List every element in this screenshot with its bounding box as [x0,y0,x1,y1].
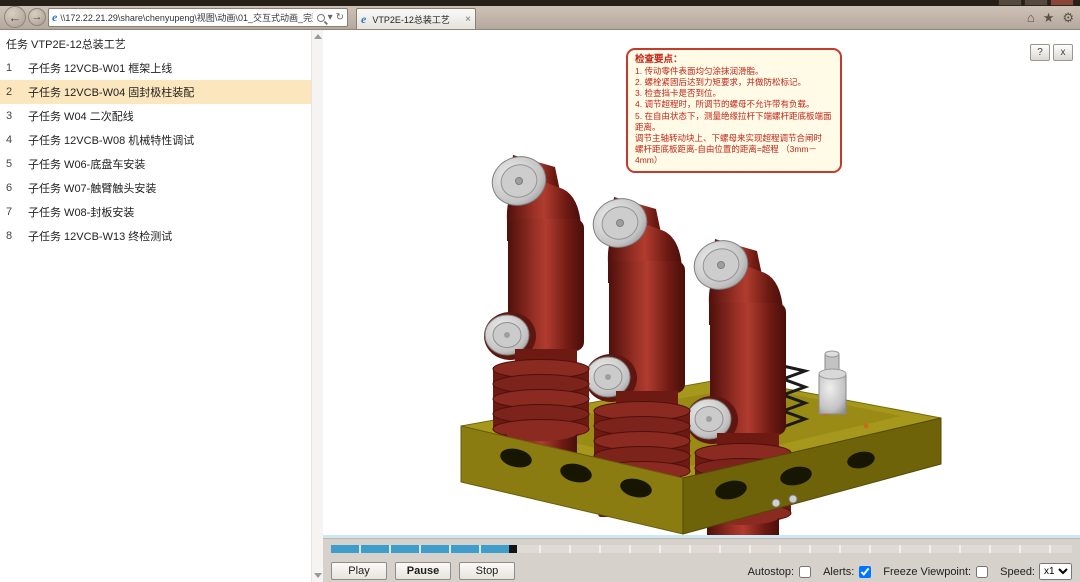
task-item-7[interactable]: 7 子任务 W08-封板安装 [0,200,311,224]
scroll-down-icon[interactable] [314,573,322,578]
task-item-3[interactable]: 3 子任务 W04 二次配线 [0,104,311,128]
task-number: 4 [0,134,28,146]
tab-close-icon[interactable]: × [465,14,471,25]
address-bar[interactable]: e \\172.22.21.29\share\chenyupeng\视图\动画\… [48,8,348,27]
task-label: 子任务 12VCB-W08 机械特性调试 [28,132,194,148]
home-icon[interactable]: ⌂ [1027,10,1035,26]
refresh-icon[interactable]: ↻ [336,12,344,23]
page-favicon-icon: e [52,10,57,25]
task-item-1[interactable]: 1 子任务 12VCB-W01 框架上线 [0,56,311,80]
task-label: 子任务 W06-底盘车安装 [28,156,145,172]
task-label: 子任务 12VCB-W13 终检测试 [28,228,172,244]
task-label: 子任务 12VCB-W01 框架上线 [28,60,172,76]
viewer-3d[interactable]: ? x 检查要点： 1. 传动零件表面均匀涂抹润滑脂。 2. 螺栓紧固后达到力矩… [323,30,1080,582]
freeze-viewpoint-label: Freeze Viewpoint: [883,566,971,578]
note-line: 1. 传动零件表面均匀涂抹润滑脂。 [635,66,833,77]
viewer-help-button[interactable]: ? [1030,44,1050,61]
note-line: 5. 在自由状态下，测量绝缘拉杆下端螺杆距底板端面距离。 [635,111,833,133]
task-panel-header: 任务 VTP2E-12总装工艺 [0,30,311,56]
autostop-checkbox[interactable] [799,566,811,578]
play-button[interactable]: Play [331,562,387,580]
note-line: 3. 检查挡卡是否到位。 [635,88,833,99]
task-number: 2 [0,86,28,98]
task-label: 子任务 W08-封板安装 [28,204,134,220]
note-title: 检查要点： [635,54,833,66]
pause-button[interactable]: Pause [395,562,451,580]
favorites-star-icon[interactable]: ★ [1043,10,1055,26]
search-icon[interactable] [317,14,325,22]
alerts-label: Alerts: [823,566,854,578]
stop-button[interactable]: Stop [459,562,515,580]
playback-bar: Play Pause Stop Autostop: Alerts: Freeze… [323,538,1080,582]
timeline-track[interactable] [331,545,1072,553]
forward-icon: → [32,11,43,23]
url-text[interactable]: \\172.22.21.29\share\chenyupeng\视图\动画\01… [60,11,312,24]
task-label: 子任务 W04 二次配线 [28,108,134,124]
inspection-note-callout: 检查要点： 1. 传动零件表面均匀涂抹润滑脂。 2. 螺栓紧固后达到力矩要求，并… [626,48,842,173]
task-panel-scrollbar[interactable] [311,30,323,582]
note-line: 螺杆距底板距离-自由位置的距离=超程 （3mm－4mm） [635,144,833,166]
task-number: 3 [0,110,28,122]
autostop-label: Autostop: [748,566,794,578]
forward-button[interactable]: → [28,8,46,26]
task-item-6[interactable]: 6 子任务 W07-触臂触头安装 [0,176,311,200]
freeze-viewpoint-checkbox[interactable] [976,566,988,578]
tab-title: VTP2E-12总装工艺 [372,13,462,26]
task-item-8[interactable]: 8 子任务 12VCB-W13 终检测试 [0,224,311,248]
task-label: 子任务 12VCB-W04 固封极柱装配 [28,84,194,100]
pole-1 [484,150,589,475]
viewer-close-button[interactable]: x [1053,44,1073,61]
task-item-2-active[interactable]: 2 子任务 12VCB-W04 固封极柱装配 [0,80,311,104]
note-line: 调节主轴转动块上、下螺母来实现超程调节合闸时 [635,133,833,144]
autocomplete-dropdown-icon[interactable]: ▾ [328,12,333,23]
settings-gear-icon[interactable]: ⚙ [1062,10,1074,26]
task-item-5[interactable]: 5 子任务 W06-底盘车安装 [0,152,311,176]
task-label: 子任务 W07-触臂触头安装 [28,180,156,196]
speed-label: Speed: [1000,566,1035,578]
back-icon: ← [9,10,22,25]
task-number: 8 [0,230,28,242]
back-button[interactable]: ← [4,6,26,28]
task-panel: 任务 VTP2E-12总装工艺 1 子任务 12VCB-W01 框架上线 2 子… [0,30,311,582]
scroll-up-icon[interactable] [314,34,322,39]
note-line: 4. 调节超程时，所调节的螺母不允许带有负载。 [635,99,833,110]
timeline-fill [331,545,509,553]
task-number: 1 [0,62,28,74]
timeline-marker[interactable] [509,545,517,553]
browser-tab[interactable]: e VTP2E-12总装工艺 × [356,8,476,29]
task-number: 5 [0,158,28,170]
task-number: 6 [0,182,28,194]
speed-select[interactable]: x1 [1039,563,1072,580]
alerts-checkbox[interactable] [859,566,871,578]
breaker-model-svg [431,128,953,536]
browser-chrome: ← → e \\172.22.21.29\share\chenyupeng\视图… [0,6,1080,30]
task-item-4[interactable]: 4 子任务 12VCB-W08 机械特性调试 [0,128,311,152]
task-number: 7 [0,206,28,218]
tab-favicon-icon: e [361,12,366,27]
breaker-3d-model[interactable] [431,128,953,536]
note-line: 2. 螺栓紧固后达到力矩要求，并做防松标记。 [635,77,833,88]
